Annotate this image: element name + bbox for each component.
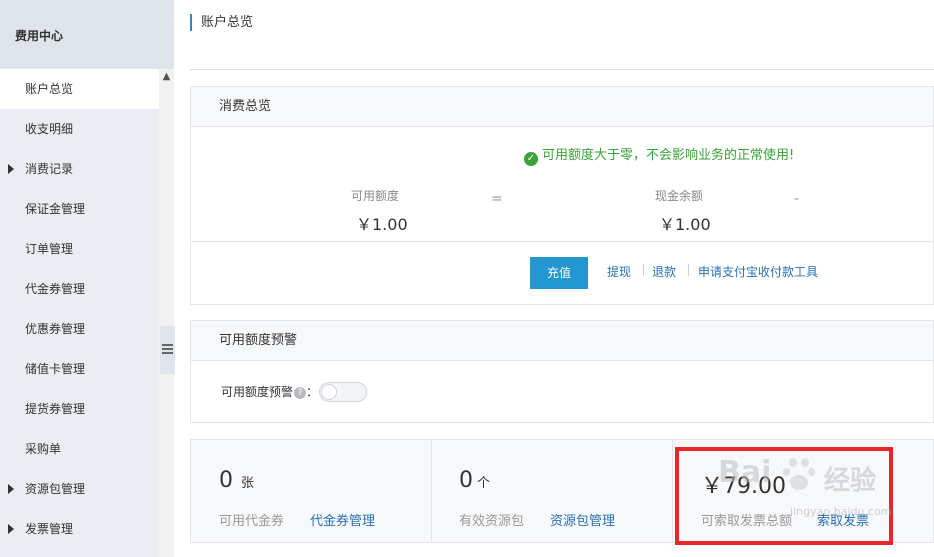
scroll-up-arrow-icon[interactable]: ▲ (162, 72, 171, 82)
packages-manage-link[interactable]: 资源包管理 (550, 510, 615, 529)
check-circle-icon: ✓ (524, 152, 538, 166)
vouchers-label: 可用代金券 (219, 514, 285, 529)
credit-alert-label: 可用额度预警 (221, 385, 294, 399)
sidebar-item-orders[interactable]: 订单管理 (0, 229, 159, 269)
packages-unit: 个 (477, 476, 491, 491)
sidebar-item-vouchers[interactable]: 代金券管理 (0, 269, 159, 309)
sidebar-scrollbar[interactable]: ▲ (159, 69, 174, 557)
watermark-chinese: 经验 (824, 466, 877, 496)
caret-right-icon (8, 484, 14, 494)
sidebar-item-account-overview[interactable]: 账户总览 (0, 69, 159, 109)
sidebar-title: 费用中心 (0, 0, 174, 69)
title-divider (190, 69, 934, 70)
minus-sign: - (794, 191, 800, 207)
caret-right-icon (8, 524, 14, 534)
caret-right-icon (8, 164, 14, 174)
sidebar-item-stored-value-cards[interactable]: 储值卡管理 (0, 349, 159, 389)
cash-balance-label: 现金余额 (655, 189, 704, 203)
sidebar-item-label: 储值卡管理 (25, 362, 86, 376)
available-credit-label: 可用额度 (351, 189, 400, 203)
sidebar-item-label: 优惠券管理 (25, 322, 86, 336)
sidebar-item-label: 账户总览 (25, 82, 74, 96)
sidebar-item-transactions[interactable]: 收支明细 (0, 109, 159, 149)
sidebar-collapse-toggle[interactable] (160, 326, 175, 374)
link-separator (643, 264, 644, 276)
credit-alert-panel: 可用额度预警 可用额度预警?： (190, 320, 934, 423)
sidebar-item-label: 保证金管理 (25, 202, 86, 216)
sidebar-item-pickup-vouchers[interactable]: 提货券管理 (0, 389, 159, 429)
sidebar-item-label: 代金券管理 (25, 282, 86, 296)
vouchers-unit: 张 (241, 476, 255, 491)
sidebar-item-purchase-orders[interactable]: 采购单 (0, 429, 159, 469)
collapse-menu-icon (162, 344, 173, 356)
withdraw-link[interactable]: 提现 (607, 263, 631, 280)
watermark-url: jingyan.baidu.com (790, 505, 892, 518)
sidebar-item-invoices[interactable]: 发票管理 (0, 509, 159, 549)
packages-label: 有效资源包 (459, 514, 525, 529)
vouchers-stat: 0张 可用代金券 代金券管理 (191, 440, 431, 542)
sidebar-item-label: 资源包管理 (25, 482, 86, 496)
consumption-overview-panel: 消费总览 ✓ 可用额度大于零，不会影响业务的正常使用! 可用额度 ￥1.00 = … (190, 86, 934, 305)
sidebar-item-label: 收支明细 (25, 122, 74, 136)
link-separator (688, 264, 689, 276)
toggle-knob (321, 384, 337, 400)
balance-notice-text: 可用额度大于零，不会影响业务的正常使用! (542, 148, 795, 163)
sidebar-menu: 账户总览 收支明细 消费记录 保证金管理 订单管理 代金券管理 优惠券管理 储值… (0, 69, 159, 549)
sidebar-item-coupons[interactable]: 优惠券管理 (0, 309, 159, 349)
vouchers-manage-link[interactable]: 代金券管理 (310, 510, 375, 529)
alipay-tool-link[interactable]: 申请支付宝收付款工具 (698, 263, 818, 280)
cash-balance-value: ￥1.00 (659, 215, 711, 234)
sidebar-item-label: 订单管理 (25, 242, 74, 256)
vouchers-count: 0 (219, 468, 233, 493)
sidebar-item-consumption-records[interactable]: 消费记录 (0, 149, 159, 189)
credit-alert-toggle[interactable] (319, 382, 367, 402)
packages-count: 0 (459, 468, 473, 493)
panel-divider (191, 241, 933, 242)
packages-stat: 0个 有效资源包 资源包管理 (432, 440, 672, 542)
available-credit-value: ￥1.00 (356, 215, 408, 234)
refund-link[interactable]: 退款 (652, 263, 676, 280)
watermark-paw-icon (783, 458, 819, 494)
equals-sign: = (491, 191, 503, 207)
sidebar-item-label: 发票管理 (25, 522, 74, 536)
credit-alert-heading: 可用额度预警 (191, 321, 933, 361)
sidebar-item-deposit[interactable]: 保证金管理 (0, 189, 159, 229)
sidebar-item-label: 采购单 (25, 442, 62, 456)
balance-notice: ✓ 可用额度大于零，不会影响业务的正常使用! (524, 147, 795, 166)
sidebar-item-resource-packages[interactable]: 资源包管理 (0, 469, 159, 509)
vouchers-count-row: 0张 (219, 468, 254, 493)
watermark-text: Bai (718, 455, 772, 490)
credit-alert-label-row: 可用额度预警?： (221, 383, 318, 400)
colon: ： (306, 385, 319, 399)
packages-count-row: 0个 (459, 468, 490, 493)
help-icon[interactable]: ? (294, 387, 307, 399)
sidebar-item-label: 提货券管理 (25, 402, 86, 416)
sidebar-item-label: 消费记录 (25, 162, 74, 176)
page-title: 账户总览 (190, 14, 253, 31)
recharge-button[interactable]: 充值 (530, 257, 588, 289)
consumption-overview-heading: 消费总览 (191, 87, 933, 127)
sidebar: 费用中心 账户总览 收支明细 消费记录 保证金管理 订单管理 代金券管理 优惠券… (0, 0, 174, 557)
